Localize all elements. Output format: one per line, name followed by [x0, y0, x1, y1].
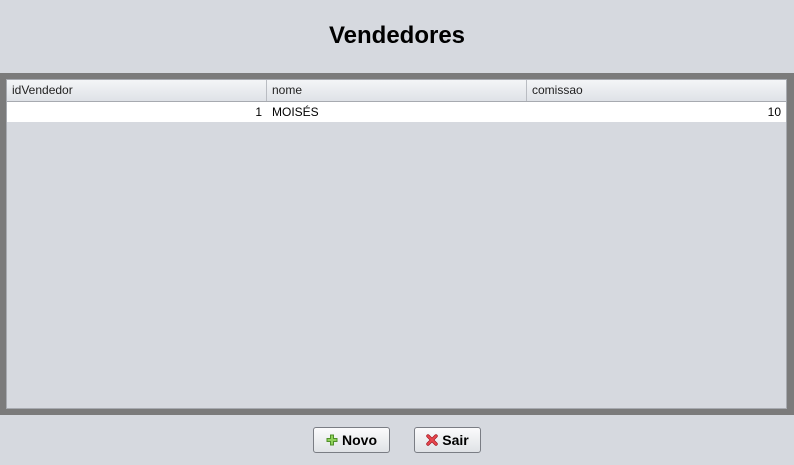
novo-button-label: Novo [342, 432, 377, 448]
cell-comissao[interactable]: 10 [527, 102, 786, 122]
novo-button[interactable]: Novo [313, 427, 390, 453]
table-row[interactable]: 1 MOISÉS 10 [7, 102, 786, 122]
page-title: Vendedores [328, 22, 466, 49]
table-header: idVendedor nome comissao [7, 80, 786, 102]
plus-icon [326, 434, 338, 446]
sair-button-label: Sair [442, 432, 469, 448]
column-header-nome[interactable]: nome [267, 80, 527, 101]
vendedores-table[interactable]: idVendedor nome comissao 1 MOISÉS 10 [6, 79, 787, 409]
sair-button[interactable]: Sair [414, 427, 481, 453]
cell-nome[interactable]: MOISÉS [267, 102, 527, 122]
table-scroll-pane: idVendedor nome comissao 1 MOISÉS 10 [0, 73, 794, 415]
column-header-comissao[interactable]: comissao [527, 80, 786, 101]
cell-idvendedor[interactable]: 1 [7, 102, 267, 122]
x-icon [426, 434, 438, 446]
column-header-idvendedor[interactable]: idVendedor [7, 80, 267, 101]
